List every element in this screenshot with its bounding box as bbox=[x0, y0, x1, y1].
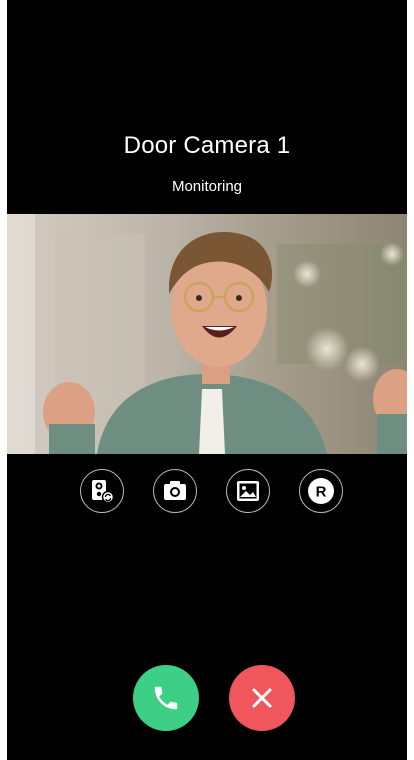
camera-title: Door Camera 1 bbox=[123, 132, 291, 159]
record-label: R bbox=[316, 484, 327, 501]
record-icon: R bbox=[308, 478, 334, 504]
record-button[interactable]: R bbox=[299, 469, 343, 513]
switch-camera-icon bbox=[92, 480, 115, 504]
door-camera-screen: Door Camera 1 Monitoring R bbox=[7, 0, 407, 760]
live-video-feed[interactable] bbox=[7, 214, 407, 454]
video-frame-image bbox=[7, 214, 407, 454]
phone-icon bbox=[154, 686, 178, 710]
decline-call-button[interactable] bbox=[229, 665, 295, 731]
camera-status: Monitoring bbox=[171, 178, 243, 195]
camera-controls: R bbox=[7, 469, 407, 515]
close-icon bbox=[252, 688, 272, 708]
switch-camera-button[interactable] bbox=[80, 469, 124, 513]
image-icon bbox=[237, 481, 259, 501]
camera-icon bbox=[164, 481, 186, 500]
snapshot-button[interactable] bbox=[153, 469, 197, 513]
accept-call-button[interactable] bbox=[133, 665, 199, 731]
gallery-button[interactable] bbox=[226, 469, 270, 513]
